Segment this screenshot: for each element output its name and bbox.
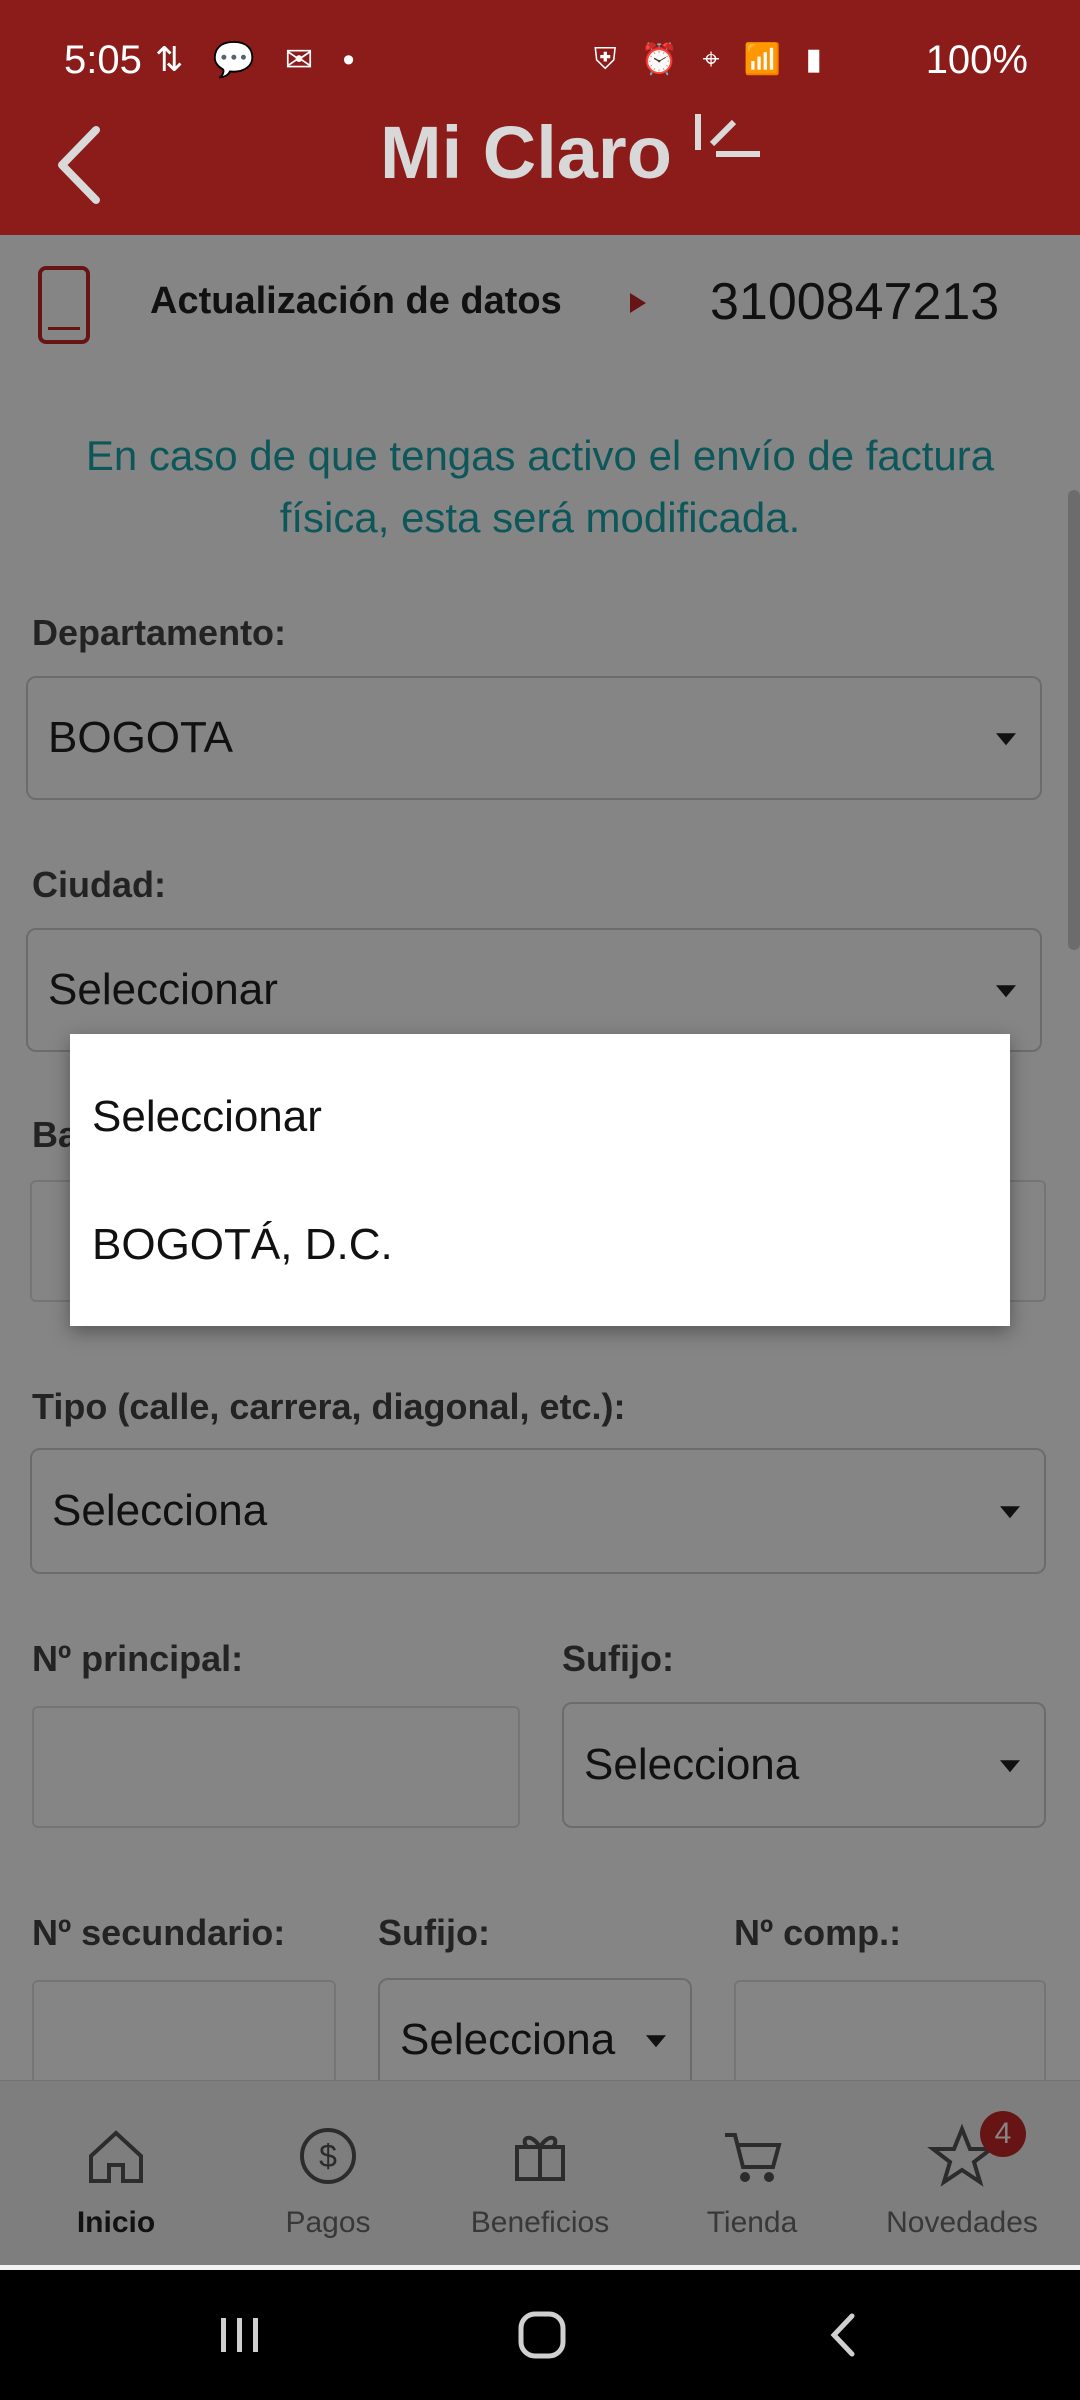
- recent-apps-icon[interactable]: [215, 2310, 265, 2360]
- back-button[interactable]: [48, 120, 138, 210]
- brand-logo: Mi Claro: [380, 111, 672, 194]
- status-right-icons: ⛨ ⏰ ⌖ 📶 ▮: [594, 43, 830, 76]
- status-time: 5:05: [64, 38, 142, 82]
- back-nav-icon[interactable]: [820, 2308, 870, 2362]
- ciudad-dropdown: Seleccionar BOGOTÁ, D.C.: [70, 1034, 1010, 1326]
- chevron-left-icon: [58, 126, 100, 204]
- dropdown-option-seleccionar[interactable]: Seleccionar: [92, 1092, 322, 1142]
- home-button-icon[interactable]: [515, 2308, 569, 2362]
- status-left-icons: ⇅ 💬 ✉ •: [155, 41, 365, 79]
- logo-mark-icon: [695, 114, 760, 157]
- dropdown-option-bogota[interactable]: BOGOTÁ, D.C.: [92, 1220, 393, 1270]
- system-nav-bar: [0, 2270, 1080, 2400]
- battery-label: 100%: [925, 38, 1028, 82]
